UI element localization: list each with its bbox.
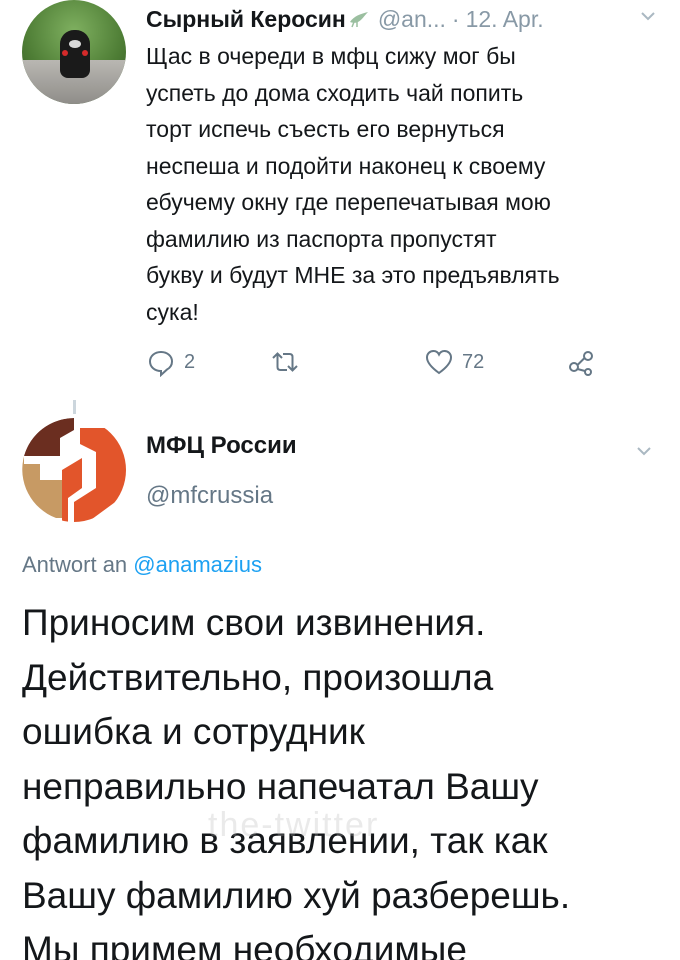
reply-context: Antwort an @anamazius <box>22 552 262 578</box>
share-button[interactable] <box>566 342 596 382</box>
tweet-text-line: сука! <box>146 298 199 325</box>
twitter-feed: Сырный Керосин @an... · 12. Apr. Щас в о… <box>0 0 680 960</box>
tweet-text-line: ебучему окну где перепечатывая мою <box>146 189 551 215</box>
tweet-text-line: букву и будут МНЕ за это предъявлять <box>146 262 560 288</box>
tweet-text-line: неспеша и подойти наконец к своему <box>146 152 546 179</box>
tweet-actions: 2 72 <box>146 342 666 382</box>
dove-icon <box>349 12 368 28</box>
tweet-text-line: Вашу фамилию хуй разберешь. <box>22 874 571 916</box>
author-handle[interactable]: @mfcrussia <box>146 482 297 510</box>
tweet-text-line: фамилию в заявлении, так как <box>22 820 548 861</box>
author-name[interactable]: Сырный Керосин <box>146 6 346 33</box>
chevron-down-icon[interactable] <box>638 6 658 26</box>
tweet-text: Щас в очереди в мфц сижу мог бы успеть д… <box>146 38 666 330</box>
like-button[interactable]: 72 <box>424 342 484 382</box>
avatar[interactable] <box>22 418 126 522</box>
mfc-logo-icon <box>22 418 126 522</box>
like-count: 72 <box>462 350 485 373</box>
thread-connector <box>73 400 76 414</box>
reply-icon <box>148 350 174 377</box>
avatar-figure <box>60 30 90 78</box>
tweet-text-line: Мы примем необходимые <box>22 929 467 960</box>
tweet-text: Приносим свои извинения. Действительно, … <box>22 596 672 960</box>
tweet-header: МФЦ России @mfcrussia <box>146 432 297 510</box>
reply-prefix: Antwort an <box>22 552 128 577</box>
tweet-text-line: Щас в очереди в мфц сижу мог бы <box>146 43 516 69</box>
tweet-text-line: торт испечь съесть его вернуться <box>146 116 505 142</box>
reply-button[interactable]: 2 <box>146 342 195 382</box>
chevron-down-icon[interactable] <box>634 441 654 461</box>
tweet-date[interactable]: 12. Apr. <box>466 6 544 33</box>
reply-count: 2 <box>184 350 196 373</box>
tweet-text-line: ошибка и сотрудник <box>22 711 365 752</box>
tweet-text-line: Приносим свои извинения. <box>22 602 486 643</box>
tweet-header: Сырный Керосин @an... · 12. Apr. <box>146 2 666 36</box>
author-name[interactable]: МФЦ России <box>146 432 297 460</box>
avatar[interactable] <box>22 0 126 104</box>
tweet-text-line: Действительно, произошла <box>22 656 494 698</box>
reply-handle-link[interactable]: @anamazius <box>133 552 262 577</box>
separator: · <box>451 5 460 32</box>
heart-icon <box>425 349 453 375</box>
tweet-text-line: успеть до дома сходить чай попить <box>146 79 524 106</box>
retweet-button[interactable] <box>270 342 308 382</box>
tweet-text-line: фамилию из паспорта пропустят <box>146 225 497 252</box>
retweet-icon <box>272 352 298 372</box>
author-handle[interactable]: @an... <box>378 6 446 33</box>
tweet-text-line: неправильно напечатал Вашу <box>22 765 539 807</box>
share-icon <box>569 351 593 376</box>
